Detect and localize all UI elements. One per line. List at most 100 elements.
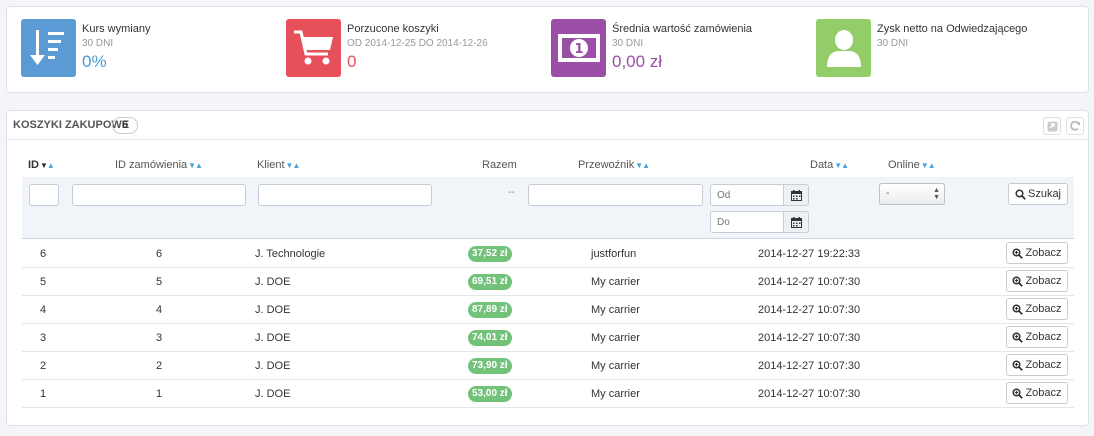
column-label: Data — [810, 159, 834, 171]
cell-id: 5 — [40, 276, 47, 288]
filter-customer-input[interactable] — [258, 184, 432, 206]
cell-date: 2014-12-27 10:07:30 — [758, 332, 861, 344]
cell-order-id: 2 — [156, 360, 163, 372]
table-row[interactable]: 2 2 J. DOE 73,90 zł My carrier 2014-12-27 10:… — [22, 352, 1074, 380]
cell-carrier: My carrier — [591, 332, 640, 344]
sort-arrows-icon[interactable]: ▼▲ — [286, 161, 301, 170]
view-button-label: Zobacz — [1025, 303, 1062, 315]
cell-order-id: 3 — [156, 332, 163, 344]
calendar-icon[interactable] — [783, 184, 809, 206]
cell-date: 2014-12-27 10:07:30 — [758, 360, 861, 372]
total-badge: 69,51 zł — [468, 274, 512, 290]
column-header-order[interactable]: ID zamówienia▼▲ — [115, 159, 203, 171]
cell-carrier: My carrier — [591, 388, 640, 400]
shopping-cart-icon — [286, 19, 341, 77]
view-button[interactable]: Zobacz — [1006, 326, 1068, 348]
carts-panel: KOSZYKI ZAKUPOWE 6 ID▼▲ ID zamówienia▼▲ … — [6, 110, 1089, 426]
filter-row: -- - ▲▼ Szukaj — [22, 177, 1074, 239]
kpi-period: 30 DNI — [612, 38, 644, 49]
total-badge: 73,90 zł — [468, 358, 512, 374]
panel-header: KOSZYKI ZAKUPOWE 6 — [7, 111, 1088, 140]
sort-arrows-icon[interactable]: ▼▲ — [40, 161, 55, 170]
view-button[interactable]: Zobacz — [1006, 242, 1068, 264]
total-badge: 87,89 zł — [468, 302, 512, 318]
zoom-in-icon — [1012, 275, 1024, 287]
online-select[interactable]: - ▲ ▼ — [879, 183, 945, 205]
total-badge: 37,52 zł — [468, 246, 512, 262]
export-icon[interactable] — [1043, 117, 1061, 135]
view-button-label: Zobacz — [1025, 331, 1062, 343]
view-button[interactable]: Zobacz — [1006, 298, 1068, 320]
zoom-in-icon — [1012, 303, 1024, 315]
total-badge: 74,01 zł — [468, 330, 512, 346]
kpi-value: 0% — [82, 52, 107, 71]
column-header-id[interactable]: ID▼▲ — [28, 159, 55, 171]
table-row[interactable]: 6 6 J. Technologie 37,52 zł justforfun 2014-1… — [22, 240, 1074, 268]
cell-carrier: My carrier — [591, 276, 640, 288]
search-icon — [1015, 188, 1026, 200]
sort-arrows-icon[interactable]: ▼▲ — [635, 161, 650, 170]
column-label: Klient — [257, 159, 285, 171]
cell-date: 2014-12-27 10:07:30 — [758, 304, 861, 316]
column-header-online[interactable]: Online▼▲ — [888, 159, 936, 171]
refresh-icon[interactable] — [1066, 117, 1084, 135]
view-button[interactable]: Zobacz — [1006, 354, 1068, 376]
table-row[interactable]: 1 1 J. DOE 53,00 zł My carrier 2014-12-27 10:… — [22, 380, 1074, 408]
view-button-label: Zobacz — [1025, 387, 1062, 399]
cell-carrier: My carrier — [591, 304, 640, 316]
count-badge: 6 — [112, 117, 138, 134]
view-button[interactable]: Zobacz — [1006, 270, 1068, 292]
zoom-in-icon — [1012, 331, 1024, 343]
cell-date: 2014-12-27 19:22:33 — [758, 248, 861, 260]
view-button[interactable]: Zobacz — [1006, 382, 1068, 404]
sort-arrows-icon[interactable]: ▼▲ — [921, 161, 936, 170]
cell-id: 3 — [40, 332, 47, 344]
view-button-label: Zobacz — [1025, 275, 1062, 287]
cell-order-id: 1 — [156, 388, 163, 400]
sort-desc-icon — [21, 19, 76, 77]
kpi-period: OD 2014-12-25 DO 2014-12-26 — [347, 38, 488, 49]
cell-date: 2014-12-27 10:07:30 — [758, 276, 861, 288]
column-header-carrier[interactable]: Przewoźnik▼▲ — [578, 159, 650, 171]
cell-customer: J. DOE — [255, 360, 291, 372]
filter-total-placeholder: -- — [508, 187, 515, 198]
table-row[interactable]: 3 3 J. DOE 74,01 zł My carrier 2014-12-27 10:… — [22, 324, 1074, 352]
cell-carrier: My carrier — [591, 360, 640, 372]
total-badge: 53,00 zł — [468, 386, 512, 402]
column-header-total: Razem — [482, 159, 517, 171]
filter-order-input[interactable] — [72, 184, 246, 206]
cell-customer: J. DOE — [255, 304, 291, 316]
cell-date: 2014-12-27 10:07:30 — [758, 388, 861, 400]
cell-customer: J. DOE — [255, 332, 291, 344]
column-header-customer[interactable]: Klient▼▲ — [257, 159, 301, 171]
kpi-panel: Kurs wymiany 30 DNI 0% Porzucone koszyki OD… — [6, 6, 1089, 93]
filter-id-input[interactable] — [29, 184, 59, 206]
cell-customer: J. DOE — [255, 276, 291, 288]
cell-id: 2 — [40, 360, 47, 372]
sort-arrows-icon[interactable]: ▼▲ — [188, 161, 203, 170]
sort-arrows-icon[interactable]: ▼▲ — [834, 161, 849, 170]
column-label: Online — [888, 159, 920, 171]
date-from-input[interactable] — [710, 184, 784, 206]
column-label: ID zamówienia — [115, 159, 188, 171]
table-row[interactable]: 5 5 J. DOE 69,51 zł My carrier 2014-12-27 10:… — [22, 268, 1074, 296]
zoom-in-icon — [1012, 359, 1024, 371]
kpi-label: Średnia wartość zamówienia — [612, 23, 753, 35]
kpi-value: 0,00 zł — [612, 52, 663, 71]
money-icon: 1 — [551, 19, 606, 77]
cell-carrier: justforfun — [591, 248, 637, 260]
cell-id: 4 — [40, 304, 47, 316]
table-row[interactable]: 4 4 J. DOE 87,89 zł My carrier 2014-12-27 10:… — [22, 296, 1074, 324]
cell-customer: J. DOE — [255, 388, 291, 400]
calendar-icon[interactable] — [783, 211, 809, 233]
cell-order-id: 5 — [156, 276, 163, 288]
kpi-label: Zysk netto na Odwiedzającego — [877, 23, 1028, 35]
cell-customer: J. Technologie — [255, 248, 326, 260]
kpi-period: 30 DNI — [877, 38, 909, 49]
search-button[interactable]: Szukaj — [1008, 183, 1068, 205]
column-header-date[interactable]: Data▼▲ — [810, 159, 849, 171]
svg-text:1: 1 — [574, 42, 583, 57]
cell-order-id: 6 — [156, 248, 163, 260]
date-to-input[interactable] — [710, 211, 784, 233]
filter-carrier-input[interactable] — [528, 184, 703, 206]
